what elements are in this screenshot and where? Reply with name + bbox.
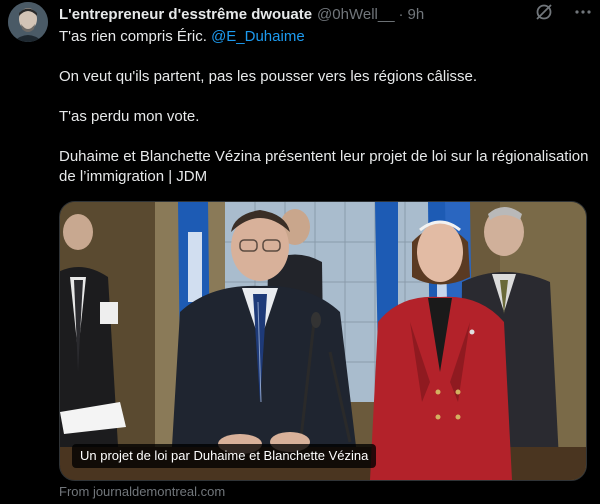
line1-text: T'as rien compris Éric. — [59, 28, 212, 45]
post-timestamp[interactable]: 9h — [408, 6, 425, 23]
user-handle[interactable]: @0hWell__ — [317, 6, 395, 23]
header-actions — [534, 2, 592, 27]
display-name[interactable]: L'entrepreneur d'esstrême dwouate — [59, 6, 312, 23]
grok-slash-icon[interactable] — [534, 2, 554, 27]
post-text: T'as rien compris Éric. @E_Duhaime On ve… — [59, 27, 589, 187]
post-paragraph-3: T'as perdu mon vote. — [59, 108, 200, 125]
post-header: L'entrepreneur d'esstrême dwouate @0hWel… — [59, 4, 594, 24]
link-preview-card[interactable]: Un projet de loi par Duhaime et Blanchet… — [59, 201, 587, 481]
separator-dot: · — [398, 5, 404, 23]
press-conference-image — [60, 202, 586, 480]
more-dots-icon[interactable] — [574, 3, 592, 26]
card-caption: Un projet de loi par Duhaime et Blanchet… — [72, 444, 377, 468]
link-source[interactable]: From journaldemontreal.com — [59, 484, 225, 499]
post-paragraph-4: Duhaime et Blanchette Vézina présentent … — [59, 148, 589, 185]
post-line-1: T'as rien compris Éric. @E_Duhaime — [59, 27, 589, 47]
mention-link[interactable]: @E_Duhaime — [211, 28, 305, 45]
avatar-image — [8, 2, 48, 42]
post-paragraph-2: On veut qu'ils partent, pas les pousser … — [59, 68, 478, 85]
avatar[interactable] — [8, 2, 48, 42]
